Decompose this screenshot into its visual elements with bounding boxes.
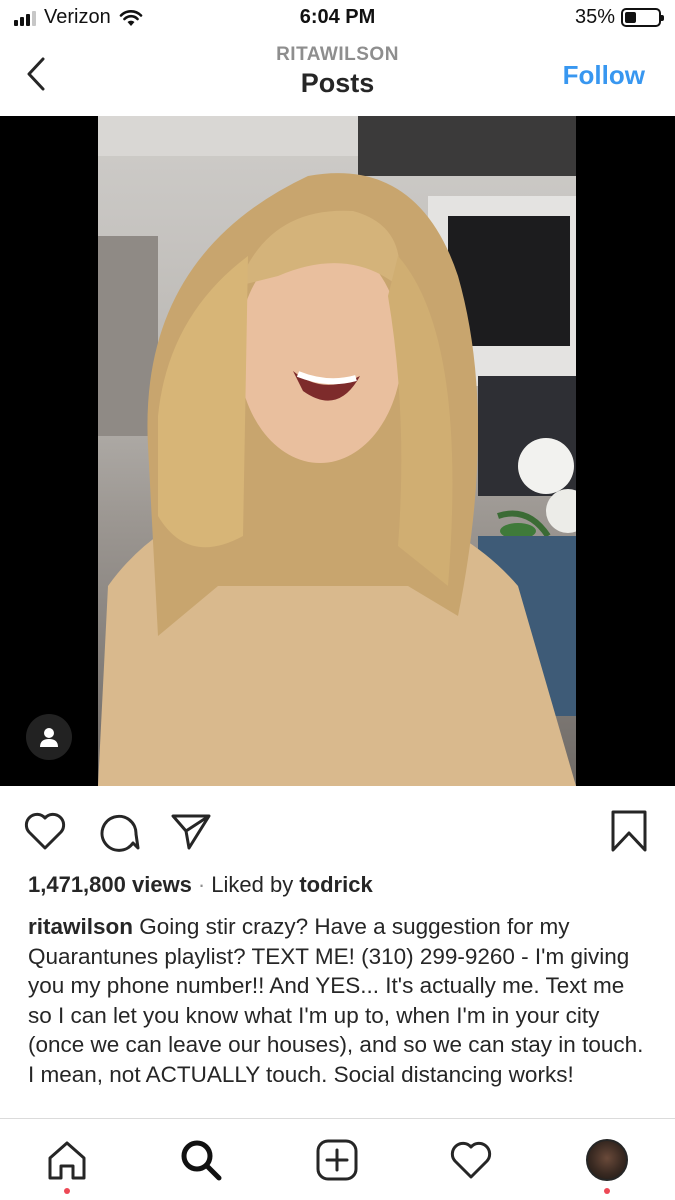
liked-by-prefix: Liked by [211,872,294,897]
status-right: 35% [574,6,664,29]
views-line: 1,471,800 views · Liked by todrick [28,872,373,898]
comment-button[interactable] [96,808,142,854]
comment-icon [100,814,140,852]
heart-icon [24,812,66,850]
save-button[interactable] [606,808,652,854]
tagged-people-button[interactable] [26,714,72,760]
tab-activity[interactable] [448,1137,494,1183]
activity-icon [450,1141,492,1179]
search-icon [181,1140,222,1181]
profile-notification-dot [604,1188,610,1194]
home-notification-dot [64,1188,70,1194]
tab-search[interactable] [178,1137,224,1183]
video-scene [98,116,576,786]
post-caption: ritawilson Going stir crazy? Have a sugg… [28,912,648,1089]
post-actions [0,800,675,862]
clock: 6:04 PM [299,6,376,28]
home-icon [48,1141,86,1180]
follow-button[interactable]: Follow [563,60,645,91]
profile-avatar [586,1139,628,1181]
battery-level [625,12,636,23]
liked-by-user[interactable]: todrick [299,872,372,897]
tab-bar [0,1118,675,1200]
video-frame [98,116,576,786]
tab-profile[interactable] [584,1137,630,1183]
tab-home[interactable] [44,1137,90,1183]
tab-new-post[interactable] [314,1137,360,1183]
share-button[interactable] [168,808,214,854]
bookmark-icon [611,810,647,852]
caption-text: Going stir crazy? Have a suggestion for … [28,914,644,1087]
share-icon [171,814,211,850]
new-post-icon [316,1139,358,1181]
nav-header: RITAWILSON Posts Follow [0,38,675,116]
battery-percent: 35% [574,6,615,28]
user-icon [40,728,58,747]
like-button[interactable] [22,808,68,854]
separator: · [197,872,206,897]
battery-icon [621,8,664,27]
views-count: 1,471,800 views [28,872,192,897]
caption-username[interactable]: ritawilson [28,914,133,939]
post-video[interactable] [0,116,675,786]
status-bar: Verizon 6:04 PM 35% [0,0,675,38]
